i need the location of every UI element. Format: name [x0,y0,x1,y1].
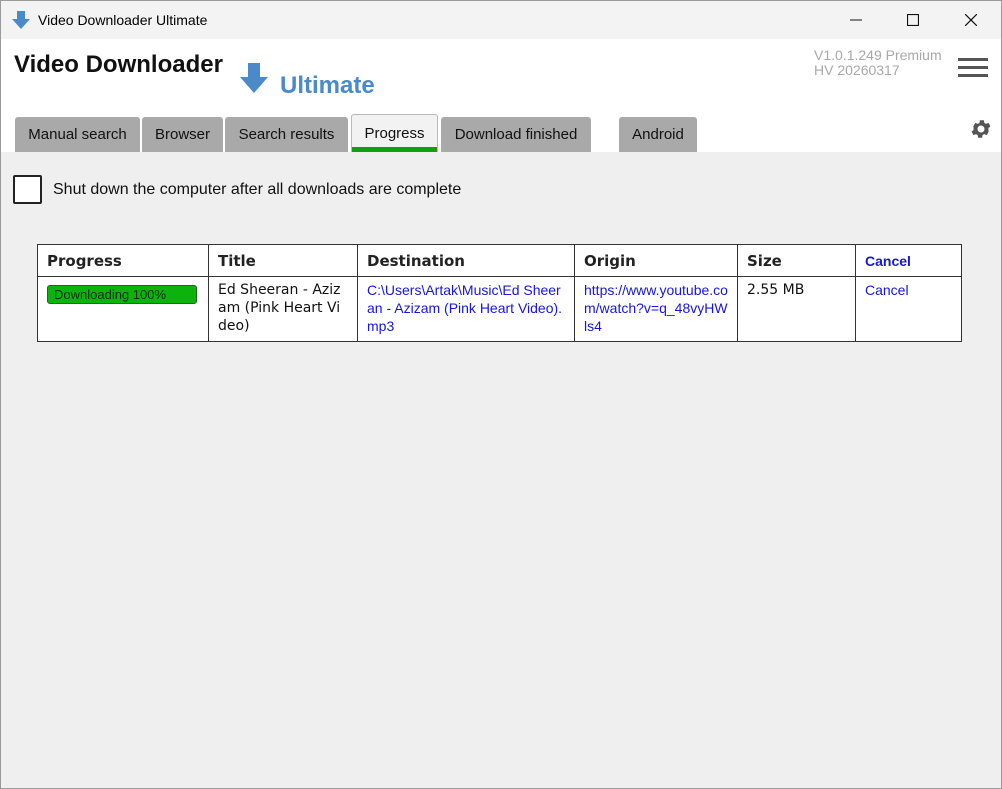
col-title: Title [208,244,358,277]
app-window: Video Downloader Ultimate Video Download… [0,0,1002,789]
close-icon [965,14,977,26]
table-row: Downloading 100% Ed Sheeran - Azizam (Pi… [37,276,962,342]
maximize-icon [907,14,919,26]
minimize-button[interactable] [827,1,885,39]
cell-destination: C:\Users\Artak\Music\Ed Sheeran - Azizam… [357,276,575,342]
hamburger-menu-icon[interactable] [958,57,988,79]
tab-android[interactable]: Android [619,117,697,152]
title-bar[interactable]: Video Downloader Ultimate [1,1,1001,39]
tab-manual-search[interactable]: Manual search [15,117,140,152]
shutdown-checkbox[interactable] [13,175,42,204]
tab-progress[interactable]: Progress [351,114,438,152]
video-title: Ed Sheeran - Azizam (Pink Heart Video) [218,282,341,334]
gear-icon[interactable] [969,117,993,141]
maximize-button[interactable] [884,1,942,39]
download-progress-bar: Downloading 100% [47,285,197,304]
window-title: Video Downloader Ultimate [38,12,208,28]
col-progress: Progress [37,244,209,277]
tab-search-results[interactable]: Search results [225,117,348,152]
build-line: HV 20260317 [814,62,900,78]
tab-download-finished[interactable]: Download finished [441,117,591,152]
cancel-link[interactable]: Cancel [865,282,909,298]
origin-link[interactable]: https://www.youtube.com/watch?v=q_48vyHW… [584,281,728,335]
logo-arrow-icon [240,63,268,93]
destination-link[interactable]: C:\Users\Artak\Music\Ed Sheeran - Azizam… [367,281,565,335]
cell-size: 2.55 MB [737,276,856,342]
app-title: Video Downloader [14,51,223,78]
downloads-table: Progress Title Destination Origin Size C… [37,244,962,342]
app-download-icon [12,11,30,29]
minimize-icon [850,19,862,21]
col-size: Size [737,244,856,277]
table-header-row: Progress Title Destination Origin Size C… [37,244,962,277]
cell-origin: https://www.youtube.com/watch?v=q_48vyHW… [574,276,738,342]
app-subtitle: Ultimate [280,72,375,99]
file-size: 2.55 MB [747,282,805,298]
shutdown-label: Shut down the computer after all downloa… [53,181,462,198]
col-cancel: Cancel [855,244,962,277]
progress-panel: Shut down the computer after all downloa… [1,152,1001,788]
cell-progress: Downloading 100% [37,276,209,342]
cell-title: Ed Sheeran - Azizam (Pink Heart Video) [208,276,358,342]
col-destination: Destination [357,244,575,277]
version-line: V1.0.1.249 Premium [814,47,942,63]
app-header: Video Downloader Ultimate V1.0.1.249 Pre… [1,39,1001,152]
cell-cancel: Cancel [855,276,962,342]
cancel-all-link[interactable]: Cancel [865,253,911,269]
tab-browser[interactable]: Browser [142,117,223,152]
col-origin: Origin [574,244,738,277]
close-button[interactable] [942,1,1000,39]
version-info: V1.0.1.249 Premium HV 20260317 [814,48,942,78]
